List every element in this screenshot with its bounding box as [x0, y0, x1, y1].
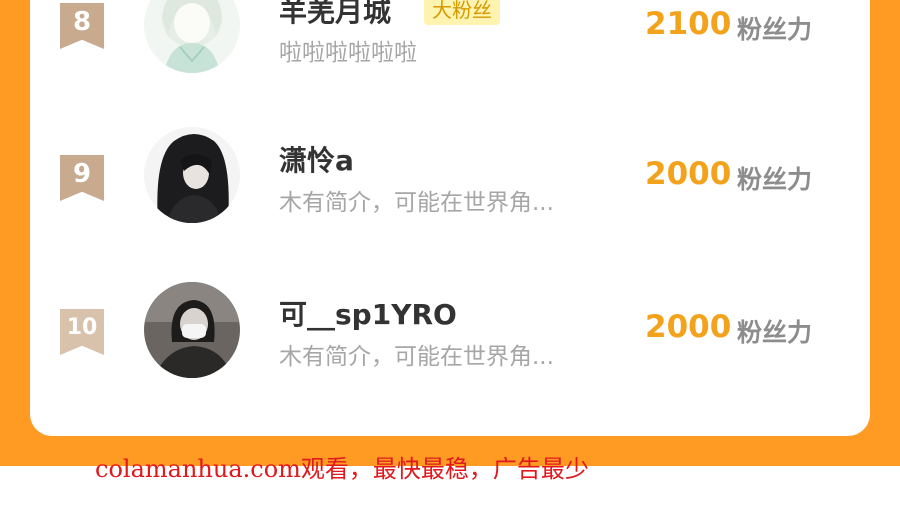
fan-power-unit: 粉丝力 — [737, 165, 813, 194]
leaderboard-card: 8 羊羌月城 大粉丝 啦啦啦啦啦啦 2100 粉丝力 9 潇怜a 木有简介，可能… — [30, 0, 870, 436]
user-name[interactable]: 可__sp1YRO — [279, 293, 457, 333]
user-bio: 木有简介，可能在世界角... — [279, 190, 554, 216]
leaderboard-row[interactable]: 10 可__sp1YRO 木有简介，可能在世界角... 2000 粉丝力 — [30, 279, 870, 389]
user-avatar[interactable] — [144, 127, 240, 223]
anime-girl-light-avatar-icon — [144, 0, 240, 73]
fan-power-unit: 粉丝力 — [737, 318, 813, 347]
dark-hair-girl-avatar-icon — [144, 127, 240, 223]
fan-power-score: 2100 — [645, 6, 732, 42]
watermark-text: colamanhua.com观看，最快最稳，广告最少 — [95, 455, 589, 483]
fan-level-badge: 大粉丝 — [424, 0, 500, 25]
user-bio: 啦啦啦啦啦啦 — [279, 40, 417, 66]
fan-power-score: 2000 — [645, 309, 732, 345]
user-name[interactable]: 羊羌月城 — [279, 0, 391, 30]
leaderboard-row[interactable]: 8 羊羌月城 大粉丝 啦啦啦啦啦啦 2100 粉丝力 — [30, 0, 870, 73]
user-avatar[interactable] — [144, 0, 240, 73]
leaderboard-row[interactable]: 9 潇怜a 木有简介，可能在世界角... 2000 粉丝力 — [30, 125, 870, 235]
masked-person-photo-avatar-icon — [144, 282, 240, 378]
fan-power-unit: 粉丝力 — [737, 15, 813, 44]
rank-badge: 9 — [60, 155, 104, 201]
rank-badge: 8 — [60, 3, 104, 49]
user-name[interactable]: 潇怜a — [279, 139, 354, 179]
rank-badge: 10 — [60, 309, 104, 355]
user-bio: 木有简介，可能在世界角... — [279, 344, 554, 370]
fan-power-score: 2000 — [645, 156, 732, 192]
user-avatar[interactable] — [144, 282, 240, 378]
